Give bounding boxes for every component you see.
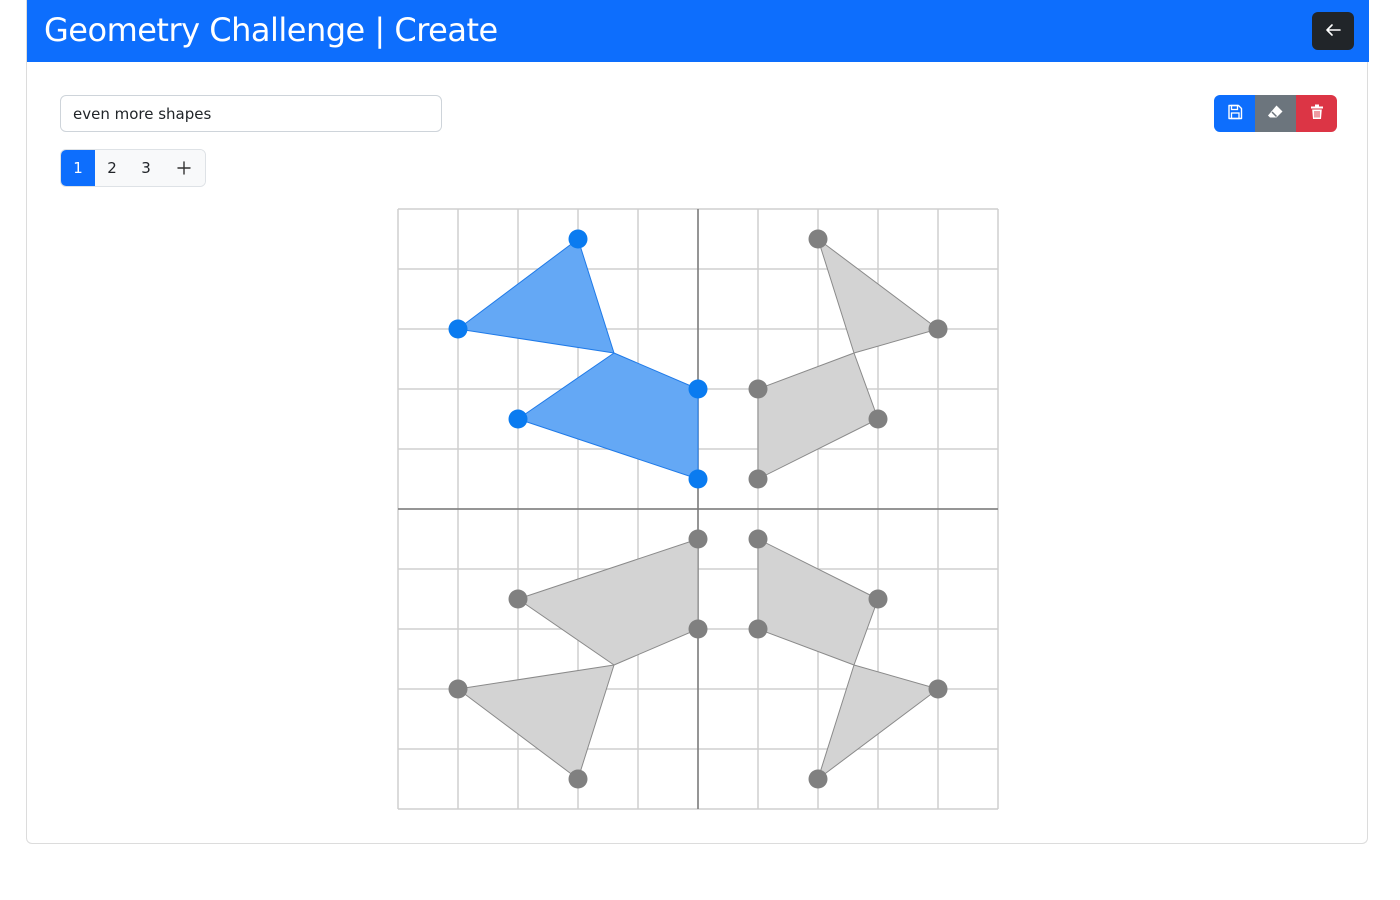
reflected-vertex [808,769,828,789]
reflected-vertex [748,469,768,489]
active-shape [457,238,615,354]
reflected-shape [517,538,699,666]
challenge-name-input[interactable] [60,95,442,132]
arrow-left-icon [1325,23,1341,40]
page-title: Geometry Challenge | Create [44,11,498,49]
reflected-vertex [748,379,768,399]
page-tab-3[interactable]: 3 [129,150,163,186]
eraser-icon [1267,104,1284,123]
active-vertex-handle[interactable] [508,409,528,429]
geometry-canvas[interactable] [397,208,999,810]
reflected-vertex [508,589,528,609]
trash-icon [1310,104,1324,123]
reflected-vertex [568,769,588,789]
reflected-vertex [688,529,708,549]
active-vertex-handle[interactable] [688,379,708,399]
reflected-vertex [448,679,468,699]
reflected-vertex [748,529,768,549]
active-vertex-handle[interactable] [448,319,468,339]
coordinate-grid[interactable] [397,208,999,810]
reflected-vertex [868,589,888,609]
reflected-vertex [928,679,948,699]
back-button[interactable] [1312,12,1354,50]
reflected-shape [457,664,615,780]
eraser-button[interactable] [1255,95,1296,132]
active-vertex-handle[interactable] [688,469,708,489]
page-tab-2[interactable]: 2 [95,150,129,186]
editor-card: Geometry Challenge | Create even more sh… [26,0,1369,844]
reflected-vertex [868,409,888,429]
save-button[interactable] [1214,95,1255,132]
active-shape [517,352,699,480]
plus-icon [177,156,191,180]
add-page-button[interactable] [163,150,205,186]
reflected-vertex [808,229,828,249]
header-bar: Geometry Challenge | Create [27,0,1369,62]
delete-button[interactable] [1296,95,1337,132]
page-tab-1[interactable]: 1 [61,150,95,186]
toolbar [1214,95,1337,132]
reflected-vertex [688,619,708,639]
reflected-vertex [748,619,768,639]
reflected-vertex [928,319,948,339]
page-selector: 1 2 3 [60,149,206,187]
floppy-disk-icon [1227,104,1243,123]
active-vertex-handle[interactable] [568,229,588,249]
